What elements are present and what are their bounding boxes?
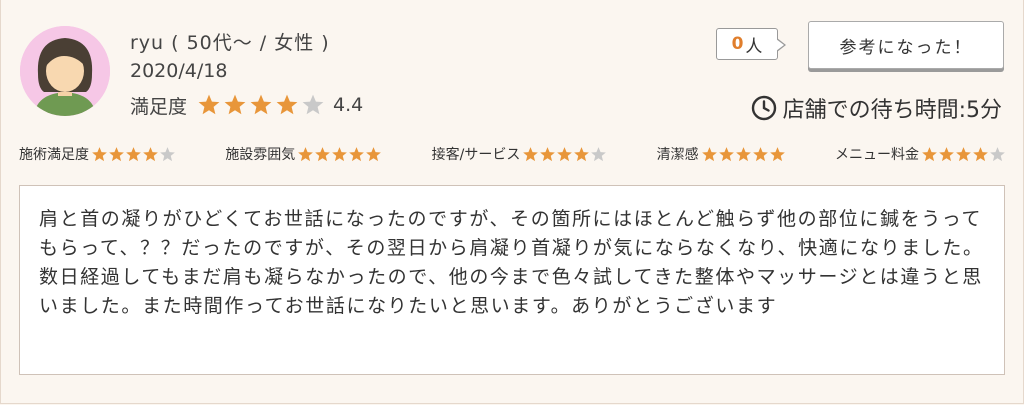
star-icon xyxy=(990,146,1005,161)
rating-stars xyxy=(297,146,382,163)
satisfaction-label: 満足度 xyxy=(130,95,188,118)
star-icon xyxy=(718,146,734,161)
satisfaction-stars xyxy=(197,93,327,117)
star-icon xyxy=(250,94,272,115)
wait-time-text: 店舗での待ち時間:5分 xyxy=(782,98,1002,123)
rating-label: 施設雰囲気 xyxy=(225,147,296,163)
review-date: 2020/4/18 xyxy=(130,60,228,82)
star-icon xyxy=(752,146,768,161)
category-ratings: 施術満足度 施設雰囲気 接客/サービス 清潔感 メニュー料金 xyxy=(19,144,1006,164)
star-icon xyxy=(198,94,220,115)
helpful-count-unit: 人 xyxy=(745,36,763,57)
star-icon xyxy=(224,94,246,115)
woman-avatar-icon xyxy=(20,26,110,116)
helpful-count-badge: 0 人 xyxy=(716,28,786,60)
star-icon xyxy=(332,146,348,161)
rating-stars xyxy=(921,146,1006,163)
clock-icon xyxy=(751,95,776,121)
helpful-button[interactable]: 参考になった！ xyxy=(808,21,1004,69)
star-icon xyxy=(366,146,382,161)
user-name: ryu ( 50代〜 / 女性 ) xyxy=(130,32,330,54)
rating-label: 施術満足度 xyxy=(19,147,89,163)
rating-stars xyxy=(91,146,176,163)
star-icon xyxy=(523,146,539,161)
rating-item: 接客/サービス xyxy=(432,144,608,164)
star-icon xyxy=(922,146,937,161)
rating-item: 清潔感 xyxy=(657,144,786,164)
helpful-count: 0 xyxy=(731,34,744,54)
star-icon xyxy=(701,146,717,161)
star-icon xyxy=(143,146,158,161)
rating-label: 接客/サービス xyxy=(431,147,521,163)
star-icon xyxy=(591,146,607,161)
star-icon xyxy=(349,146,365,161)
star-icon xyxy=(574,146,590,161)
rating-stars xyxy=(522,146,607,163)
star-icon xyxy=(540,146,556,161)
satisfaction-score: 4.4 xyxy=(333,94,364,116)
rating-item: 施術満足度 xyxy=(19,144,176,164)
review-comment: 肩と首の凝りがひどくてお世話になったのですが、その箇所にはほとんど触らず他の部位… xyxy=(19,185,1005,375)
star-icon xyxy=(557,146,573,161)
overall-satisfaction: 満足度 4.4 xyxy=(130,91,363,119)
rating-stars xyxy=(701,146,786,163)
star-icon xyxy=(735,146,751,161)
star-icon xyxy=(315,146,331,161)
rating-item: メニュー料金 xyxy=(835,144,1006,164)
star-icon xyxy=(956,146,971,161)
star-icon xyxy=(276,94,298,115)
rating-item: 施設雰囲気 xyxy=(225,144,382,164)
wait-time: 店舗での待ち時間:5分 xyxy=(751,92,1002,124)
star-icon xyxy=(973,146,988,161)
star-icon xyxy=(92,146,107,161)
star-icon xyxy=(298,146,314,161)
star-icon xyxy=(939,146,954,161)
star-icon xyxy=(109,146,124,161)
rating-label: メニュー料金 xyxy=(834,147,919,163)
star-icon xyxy=(160,146,175,161)
rating-label: 清潔感 xyxy=(656,147,699,163)
user-avatar xyxy=(20,26,110,116)
star-icon xyxy=(126,146,141,161)
star-icon xyxy=(302,94,324,115)
star-icon xyxy=(769,146,785,161)
